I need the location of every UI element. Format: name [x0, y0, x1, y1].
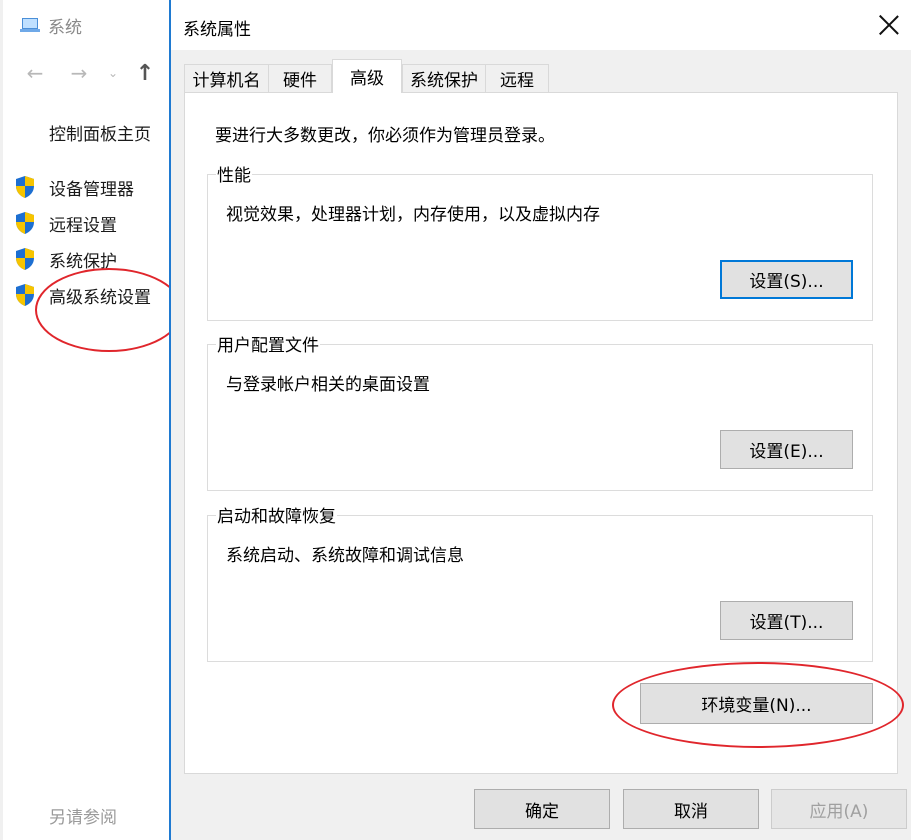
performance-group: 性能 视觉效果，处理器计划，内存使用，以及虚拟内存 设置(S)...: [207, 161, 873, 321]
up-arrow-icon[interactable]: ↑: [132, 58, 158, 88]
tab-advanced[interactable]: 高级: [332, 59, 402, 93]
see-also-heading: 另请参阅: [49, 808, 117, 828]
admin-notice: 要进行大多数更改，你必须作为管理员登录。: [215, 126, 555, 146]
navigation-bar: ← → ⌄ ↑: [0, 58, 172, 88]
cancel-button[interactable]: 取消: [623, 789, 759, 829]
sidebar-item-remote-settings[interactable]: 远程设置: [14, 210, 117, 236]
sidebar-item-device-manager[interactable]: 设备管理器: [14, 174, 134, 200]
annotation-circle: [35, 268, 172, 352]
group-title: 性能: [216, 161, 252, 186]
performance-settings-button[interactable]: 设置(S)...: [720, 260, 853, 299]
group-title: 用户配置文件: [216, 331, 320, 356]
uac-shield-icon: [16, 284, 34, 306]
sidebar-item-label: 设备管理器: [49, 179, 134, 200]
group-description: 与登录帐户相关的桌面设置: [226, 375, 430, 395]
apply-button[interactable]: 应用(A): [771, 789, 907, 829]
dialog-title: 系统属性: [183, 20, 251, 40]
startup-recovery-settings-button[interactable]: 设置(T)...: [720, 601, 853, 640]
uac-shield-icon: [16, 176, 34, 198]
system-window: 系统 ← → ⌄ ↑ 控制面板主页 设备管理器 远程设置 系统保护 高级系统设置…: [0, 0, 172, 840]
group-title: 启动和故障恢复: [216, 502, 337, 527]
dialog-titlebar: 系统属性: [171, 0, 911, 50]
system-window-title: 系统: [20, 12, 82, 38]
startup-recovery-group: 启动和故障恢复 系统启动、系统故障和调试信息 设置(T)...: [207, 502, 873, 662]
ok-button[interactable]: 确定: [474, 789, 610, 829]
annotation-circle: [612, 662, 904, 748]
uac-shield-icon: [16, 212, 34, 234]
control-panel-home-link[interactable]: 控制面板主页: [49, 120, 151, 145]
window-edge: [0, 0, 3, 840]
user-profiles-settings-button[interactable]: 设置(E)...: [720, 430, 853, 469]
forward-arrow-icon[interactable]: →: [66, 58, 92, 88]
uac-shield-icon: [16, 248, 34, 270]
tab-system-protection[interactable]: 系统保护: [402, 64, 486, 92]
tab-computer-name[interactable]: 计算机名: [184, 64, 269, 92]
recent-locations-chevron-icon[interactable]: ⌄: [104, 58, 122, 88]
user-profiles-group: 用户配置文件 与登录帐户相关的桌面设置 设置(E)...: [207, 331, 873, 491]
group-description: 系统启动、系统故障和调试信息: [226, 546, 464, 566]
tab-hardware[interactable]: 硬件: [268, 64, 332, 92]
tab-remote[interactable]: 远程: [485, 64, 549, 92]
back-arrow-icon[interactable]: ←: [22, 58, 48, 88]
group-description: 视觉效果，处理器计划，内存使用，以及虚拟内存: [226, 205, 600, 225]
computer-icon: [20, 18, 40, 32]
sidebar-item-label: 远程设置: [49, 215, 117, 236]
close-icon[interactable]: [875, 11, 903, 39]
system-window-title-text: 系统: [48, 17, 82, 38]
